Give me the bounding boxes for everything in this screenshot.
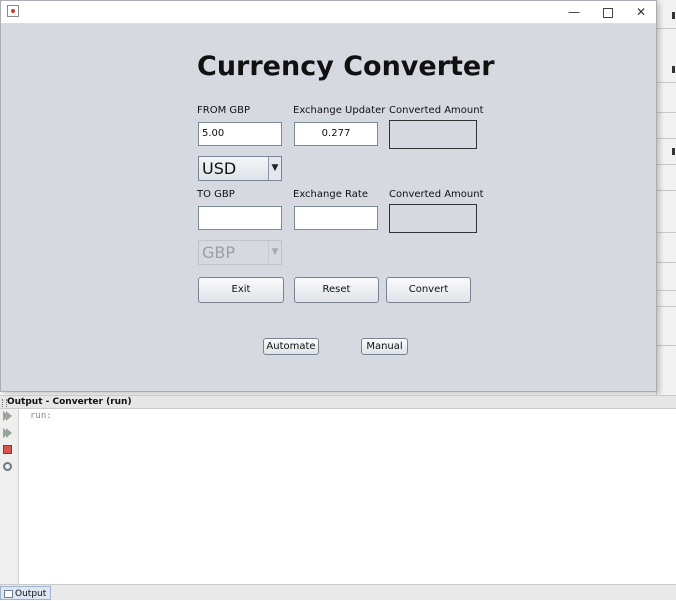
- page-title: Currency Converter: [197, 51, 495, 82]
- bottom-tab-bar: Output: [0, 584, 676, 600]
- converted-amount-output-2: [389, 204, 477, 233]
- rerun-icon[interactable]: [3, 411, 14, 422]
- output-console-text: run:: [30, 411, 52, 421]
- rerun-with-different-parameters-icon[interactable]: [3, 428, 14, 439]
- output-panel-title: Output - Converter (run): [7, 397, 132, 407]
- exchange-updater-input[interactable]: 0.277: [294, 122, 378, 146]
- minimize-button[interactable]: —: [557, 1, 591, 23]
- chevron-down-icon: ▼: [268, 241, 281, 264]
- converted-amount-output-1: [389, 120, 477, 149]
- title-bar: — ✕: [1, 1, 656, 24]
- converter-window: — ✕ Currency Converter FROM GBP Exchange…: [0, 0, 657, 392]
- exchange-rate-input[interactable]: [294, 206, 378, 230]
- from-gbp-label: FROM GBP: [197, 105, 251, 116]
- reset-button[interactable]: Reset: [294, 277, 379, 303]
- close-button[interactable]: ✕: [624, 1, 658, 23]
- output-toolbar: [0, 409, 19, 584]
- chevron-down-icon: ▼: [268, 157, 281, 180]
- exchange-rate-label: Exchange Rate: [293, 189, 368, 200]
- exchange-updater-label: Exchange Updater: [293, 105, 386, 116]
- maximize-button[interactable]: [591, 1, 625, 23]
- maximize-icon: [603, 7, 613, 18]
- currency-select-from[interactable]: USD ▼: [198, 156, 282, 181]
- currency-select-to: GBP ▼: [198, 240, 282, 265]
- settings-icon[interactable]: [3, 462, 14, 473]
- converted-amount-label-2: Converted Amount: [389, 189, 484, 200]
- ide-background-strip: [656, 0, 676, 395]
- currency-select-from-value: USD: [202, 159, 237, 178]
- stop-icon[interactable]: [3, 445, 14, 456]
- from-gbp-input[interactable]: 5.00: [198, 122, 282, 146]
- output-tab[interactable]: Output: [0, 586, 52, 600]
- currency-select-to-value: GBP: [202, 243, 236, 262]
- output-panel-header: Output - Converter (run): [0, 395, 676, 409]
- to-gbp-label: TO GBP: [197, 189, 235, 200]
- java-app-icon: [7, 5, 19, 17]
- converted-amount-label-1: Converted Amount: [389, 105, 484, 116]
- manual-button[interactable]: Manual: [361, 338, 408, 355]
- convert-button[interactable]: Convert: [386, 277, 471, 303]
- automate-button[interactable]: Automate: [263, 338, 319, 355]
- exit-button[interactable]: Exit: [198, 277, 284, 303]
- to-gbp-input[interactable]: [198, 206, 282, 230]
